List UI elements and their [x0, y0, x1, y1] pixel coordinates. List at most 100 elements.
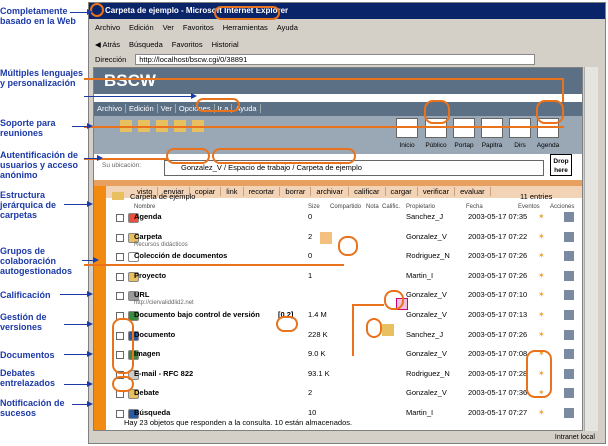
- address-input[interactable]: http://localhost/bscw.cgi/0/38891: [135, 53, 536, 65]
- scrollbar[interactable]: [584, 67, 598, 431]
- event-icon[interactable]: ✶: [538, 212, 545, 221]
- row-checkbox[interactable]: [116, 292, 124, 301]
- event-icon[interactable]: ✶: [538, 290, 545, 299]
- item-owner[interactable]: Sanchez_J: [406, 212, 443, 221]
- app-menu-archivo[interactable]: Archivo: [94, 104, 127, 113]
- item-name[interactable]: Colección de documentos: [134, 251, 227, 260]
- menu-edicion[interactable]: Edición: [129, 23, 154, 32]
- item-name[interactable]: E-mail - RFC 822: [134, 369, 193, 378]
- table-row[interactable]: Documento 228 K Sanchez_J 2003-05-17 07:26 ✶: [106, 329, 582, 343]
- event-icon[interactable]: ✶: [538, 232, 545, 241]
- briefcase-icon[interactable]: [453, 118, 475, 138]
- col-calific[interactable]: Calific.: [382, 204, 400, 210]
- item-name[interactable]: URL: [134, 290, 149, 299]
- item-date: 2003-05-17 07:26: [468, 329, 528, 339]
- table-row[interactable]: Agenda 0 Sanchez_J 2003-05-17 07:35 ✶: [106, 212, 582, 225]
- row-action-button[interactable]: [564, 349, 574, 360]
- item-owner[interactable]: Gonzalez_V: [406, 232, 447, 241]
- row-checkbox[interactable]: [116, 272, 124, 281]
- action-calificar[interactable]: calificar: [349, 187, 386, 196]
- back-button[interactable]: ◀ Atrás: [95, 40, 120, 49]
- favorites-button[interactable]: Favoritos: [172, 40, 203, 49]
- item-date: 2003-05-17 07:36: [468, 388, 528, 398]
- col-fecha[interactable]: Fecha: [466, 204, 483, 210]
- event-icon[interactable]: ✶: [538, 330, 545, 339]
- row-action-button[interactable]: [564, 231, 574, 242]
- item-name[interactable]: Búsqueda: [134, 408, 170, 417]
- history-button[interactable]: Historial: [212, 40, 239, 49]
- drop-here-button[interactable]: Drop here: [550, 154, 572, 176]
- item-owner[interactable]: Sanchez_J: [406, 330, 443, 339]
- item-owner[interactable]: Rodriguez_N: [406, 369, 450, 378]
- search-button[interactable]: Búsqueda: [129, 40, 163, 49]
- app-menu-edicion[interactable]: Edición: [126, 104, 158, 113]
- tool-agenda: Agenda: [536, 142, 560, 149]
- menu-archivo[interactable]: Archivo: [95, 23, 120, 32]
- event-icon[interactable]: ✶: [538, 271, 545, 280]
- item-name[interactable]: Documento: [134, 330, 175, 339]
- row-action-button[interactable]: [564, 290, 574, 301]
- item-name[interactable]: Agenda: [134, 212, 162, 221]
- table-row[interactable]: Proyecto 1 Martin_I 2003-05-17 07:26 ✶: [106, 270, 582, 284]
- action-cargar[interactable]: cargar: [385, 187, 418, 196]
- row-action-button[interactable]: [564, 388, 574, 399]
- row-action-button[interactable]: [564, 251, 574, 262]
- table-row[interactable]: Imagen 9.0 K Gonzalez_V 2003-05-17 07:08 ✶: [106, 349, 582, 362]
- item-owner[interactable]: Gonzalez_V: [406, 310, 447, 319]
- dirs-icon[interactable]: [509, 118, 531, 138]
- menu-ayuda[interactable]: Ayuda: [277, 23, 298, 32]
- col-propietario[interactable]: Propietario: [406, 204, 435, 210]
- action-verificar[interactable]: verificar: [417, 187, 456, 196]
- row-checkbox[interactable]: [116, 253, 124, 262]
- action-link[interactable]: link: [221, 187, 244, 196]
- event-icon[interactable]: ✶: [538, 310, 545, 319]
- menu-ver[interactable]: Ver: [163, 23, 174, 32]
- item-name[interactable]: Carpeta: [134, 232, 162, 241]
- app-menu-ver[interactable]: Ver: [157, 104, 176, 113]
- arrow-auth: [84, 155, 103, 161]
- row-action-button[interactable]: [564, 368, 574, 379]
- action-archivar[interactable]: archivar: [311, 187, 350, 196]
- item-name[interactable]: Debate: [134, 388, 159, 397]
- row-action-button[interactable]: [564, 310, 574, 320]
- row-action-button[interactable]: [564, 329, 574, 340]
- annotation-events: Notificación de sucesos: [0, 398, 65, 418]
- row-action-button[interactable]: [564, 212, 574, 222]
- event-icon[interactable]: ✶: [538, 408, 545, 417]
- row-checkbox[interactable]: [116, 410, 124, 418]
- callout-events: [526, 350, 552, 398]
- event-icon[interactable]: ✶: [538, 251, 545, 260]
- item-owner[interactable]: Martin_I: [406, 271, 433, 280]
- status-bar: Intranet local: [91, 433, 603, 443]
- col-eventos[interactable]: Eventos: [518, 204, 540, 210]
- col-acciones[interactable]: Acciones: [550, 204, 574, 210]
- table-row[interactable]: Debate 2 Gonzalez_V 2003-05-17 07:36 ✶: [106, 388, 582, 401]
- table-row[interactable]: E-mail - RFC 822 93.1 K Rodriguez_N 2003-05…: [106, 368, 582, 382]
- col-nota[interactable]: Nota: [366, 204, 379, 210]
- item-name[interactable]: Proyecto: [134, 271, 166, 280]
- trash-icon[interactable]: [481, 118, 503, 138]
- col-size[interactable]: Size: [308, 204, 320, 210]
- item-owner[interactable]: Gonzalez_V: [406, 388, 447, 397]
- callout-public: [424, 100, 450, 124]
- item-name[interactable]: Imagen: [134, 349, 160, 358]
- row-checkbox[interactable]: [116, 214, 124, 222]
- item-owner[interactable]: Martin_I: [406, 408, 433, 417]
- menu-favoritos[interactable]: Favoritos: [183, 23, 214, 32]
- arrow-debates: [64, 381, 93, 387]
- col-compartido[interactable]: Compartido: [330, 204, 361, 210]
- col-nombre[interactable]: Nombre: [134, 204, 155, 210]
- item-owner[interactable]: Rodriguez_N: [406, 251, 450, 260]
- table-row[interactable]: Documento bajo control de versión 1.4 M Go…: [106, 310, 582, 323]
- row-action-button[interactable]: [564, 270, 574, 281]
- menu-herramientas[interactable]: Herramientas: [223, 23, 268, 32]
- item-name[interactable]: Documento bajo control de versión: [134, 310, 260, 319]
- action-recortar[interactable]: recortar: [243, 187, 281, 196]
- action-evaluar[interactable]: evaluar: [455, 187, 491, 196]
- item-owner[interactable]: Gonzalez_V: [406, 349, 447, 358]
- row-checkbox[interactable]: [116, 233, 124, 242]
- row-action-button[interactable]: [564, 408, 574, 418]
- action-borrar[interactable]: borrar: [280, 187, 312, 196]
- item-owner[interactable]: Gonzalez_V: [406, 290, 447, 299]
- home-icon[interactable]: [396, 118, 418, 138]
